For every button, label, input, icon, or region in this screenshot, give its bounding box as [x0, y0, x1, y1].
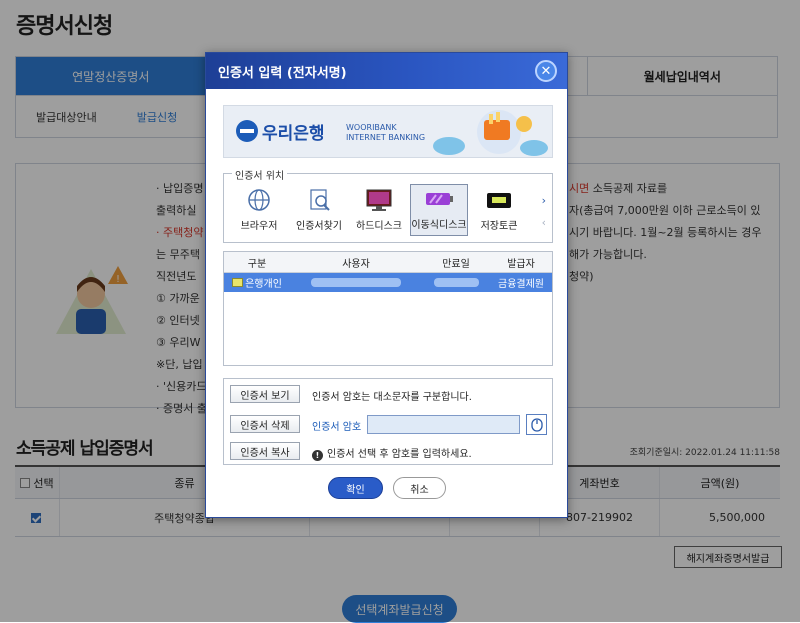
globe-icon — [248, 189, 270, 211]
cert-location-list: 브라우저 인증서찾기 하드디스크 이동식디스크 저장토큰 — [230, 184, 528, 236]
cert-row[interactable]: 은행개인 금융결제원 — [224, 273, 552, 292]
location-label: 하드디스크 — [356, 221, 402, 232]
cert-expiry-cell — [422, 273, 490, 292]
bank-en-line: WOORIBANK — [346, 123, 397, 132]
blurred-user — [311, 278, 401, 287]
woori-logo-icon — [236, 120, 258, 142]
location-label: 저장토큰 — [480, 221, 518, 232]
cert-user-cell — [290, 273, 422, 292]
location-label: 인증서찾기 — [296, 221, 342, 232]
location-storage-token[interactable]: 저장토큰 — [470, 184, 528, 236]
view-cert-button[interactable]: 인증서 보기 — [230, 385, 300, 403]
password-box: 인증서 보기 인증서 암호는 대소문자를 구분합니다. 인증서 삭제 인증서 암… — [223, 378, 553, 465]
cert-search-icon — [310, 189, 330, 211]
dialog-header: 인증서 입력 (전자서명) ✕ — [206, 53, 567, 89]
monitor-icon — [366, 189, 392, 211]
bank-banner: 우리은행 WOORIBANK INTERNET BANKING — [223, 105, 553, 158]
cert-location-label: 인증서 위치 — [232, 167, 288, 182]
close-icon[interactable]: ✕ — [535, 60, 557, 82]
location-removable-disk[interactable]: 이동식디스크 — [410, 184, 468, 236]
cert-list-header: 구분 사용자 만료일 발급자 — [224, 252, 552, 273]
cert-type: 은행개인 — [245, 279, 282, 290]
case-sensitive-note: 인증서 암호는 대소문자를 구분합니다. — [312, 392, 472, 403]
bank-english-name: WOORIBANK INTERNET BANKING — [346, 123, 425, 143]
location-cert-search[interactable]: 인증서찾기 — [290, 184, 348, 236]
location-browser[interactable]: 브라우저 — [230, 184, 288, 236]
cert-header-user: 사용자 — [342, 258, 370, 270]
chevron-left-icon[interactable]: ‹ — [542, 212, 546, 234]
location-scroll: › ‹ — [542, 190, 546, 234]
bank-en-line: INTERNET BANKING — [346, 133, 426, 142]
cert-location-box: 인증서 위치 브라우저 인증서찾기 하드디스크 이동식디스크 저장토큰 › ‹ — [223, 167, 553, 243]
copy-cert-button[interactable]: 인증서 복사 — [230, 442, 300, 460]
cert-header-issuer: 발급자 — [507, 258, 535, 270]
certificate-dialog: 인증서 입력 (전자서명) ✕ 우리은행 WOORIBANK INTERNET … — [205, 52, 568, 518]
hint-text: 인증서 선택 후 암호를 입력하세요. — [327, 449, 472, 460]
cert-header-type: 구분 — [247, 258, 267, 270]
banner-decoration-icon — [433, 110, 548, 156]
location-label: 이동식디스크 — [411, 220, 467, 231]
ok-button[interactable]: 확인 — [328, 477, 383, 499]
password-label: 인증서 암호 — [312, 422, 362, 433]
bank-name: 우리은행 — [262, 124, 325, 144]
password-hint: ! 인증서 선택 후 암호를 입력하세요. — [312, 445, 472, 461]
usb-drive-icon — [426, 193, 453, 205]
cert-list: 구분 사용자 만료일 발급자 은행개인 금융결제원 — [223, 251, 553, 366]
certificate-icon — [232, 278, 244, 287]
warning-icon: ! — [312, 450, 323, 461]
virtual-keyboard-button[interactable] — [526, 414, 547, 435]
cert-header-expiry: 만료일 — [442, 258, 470, 270]
dialog-title: 인증서 입력 (전자서명) — [218, 66, 347, 81]
cert-type-cell: 은행개인 — [224, 273, 290, 292]
password-input[interactable] — [367, 415, 520, 434]
mouse-icon — [530, 417, 543, 432]
delete-cert-button[interactable]: 인증서 삭제 — [230, 415, 300, 433]
token-icon — [487, 193, 511, 208]
location-hard-disk[interactable]: 하드디스크 — [350, 184, 408, 236]
cert-issuer-cell: 금융결제원 — [498, 279, 544, 290]
blurred-expiry — [433, 278, 479, 287]
location-label: 브라우저 — [240, 221, 278, 232]
chevron-right-icon[interactable]: › — [542, 190, 546, 212]
cancel-button[interactable]: 취소 — [393, 477, 446, 499]
